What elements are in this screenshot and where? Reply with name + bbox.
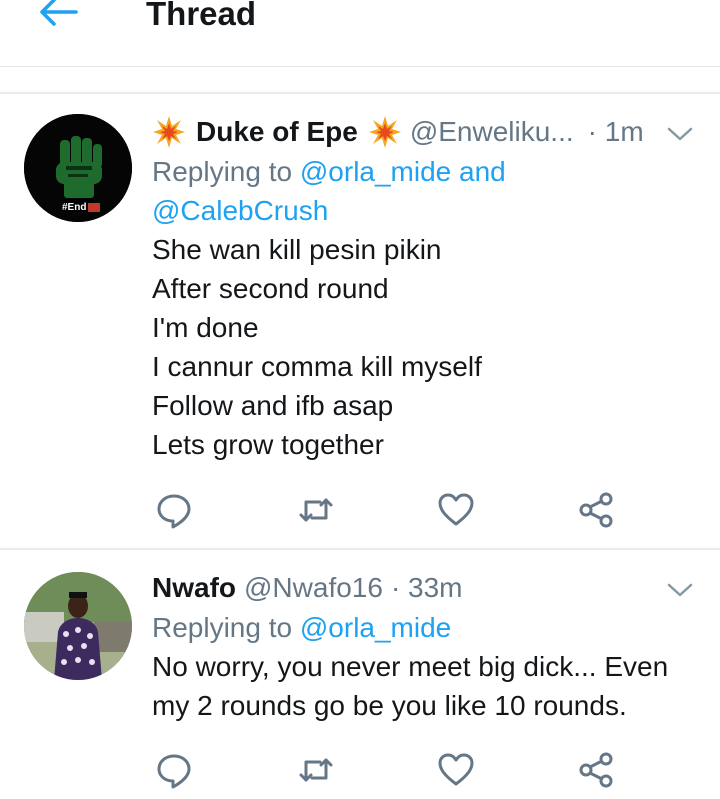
tweet-text-line: No worry, you never meet big dick... Eve… bbox=[152, 651, 669, 682]
reply-icon[interactable] bbox=[154, 490, 194, 530]
tweet-text-line: Follow and ifb asap bbox=[152, 390, 394, 421]
display-name[interactable]: Nwafo bbox=[152, 572, 236, 604]
tweet-body: She wan kill pesin pikin After second ro… bbox=[152, 230, 700, 464]
retweet-icon[interactable] bbox=[296, 490, 336, 530]
like-icon[interactable] bbox=[436, 490, 476, 530]
explosion-emoji-icon bbox=[152, 115, 186, 149]
tweet-actions bbox=[152, 750, 622, 790]
tweet-content: Nwafo @Nwafo16 · 33m Replying to @orla_m… bbox=[152, 568, 700, 725]
reply-context-line2: @CalebCrush bbox=[152, 191, 700, 230]
mention-link[interactable]: @orla_mide bbox=[300, 612, 451, 643]
share-icon[interactable] bbox=[576, 490, 616, 530]
tweet-actions bbox=[152, 490, 622, 530]
timestamp: · 1m bbox=[587, 116, 644, 147]
avatar-red-mark bbox=[88, 203, 100, 212]
tweet-text-line: I'm done bbox=[152, 312, 259, 343]
tweet-card[interactable]: #End Duke of Epe @Enweliku... · 1m Reply… bbox=[0, 94, 720, 548]
tweet-meta: Nwafo @Nwafo16 · 33m bbox=[152, 568, 700, 608]
page-title: Thread bbox=[146, 0, 257, 32]
avatar[interactable]: #End bbox=[24, 114, 132, 222]
thread-header: Thread bbox=[0, 0, 720, 67]
tweet-text-line: I cannur comma kill myself bbox=[152, 351, 482, 382]
retweet-icon[interactable] bbox=[296, 750, 336, 790]
reply-prefix: Replying to bbox=[152, 612, 293, 643]
tweet-text-line: After second round bbox=[152, 273, 389, 304]
tweet-text-line: She wan kill pesin pikin bbox=[152, 234, 442, 265]
avatar-label: #End bbox=[62, 202, 87, 213]
reply-context: Replying to @orla_mide and bbox=[152, 152, 700, 191]
timestamp: · 33m bbox=[390, 572, 463, 603]
avatar[interactable] bbox=[24, 572, 132, 680]
tweet-meta: Duke of Epe @Enweliku... · 1m bbox=[152, 112, 700, 152]
mention-link[interactable]: @orla_mide and bbox=[300, 156, 506, 187]
chevron-down-icon[interactable] bbox=[666, 580, 694, 600]
like-icon[interactable] bbox=[436, 750, 476, 790]
reply-prefix: Replying to bbox=[152, 156, 293, 187]
reply-context: Replying to @orla_mide bbox=[152, 608, 700, 647]
reply-icon[interactable] bbox=[154, 750, 194, 790]
tweet-content: Duke of Epe @Enweliku... · 1m Replying t… bbox=[152, 112, 700, 464]
share-icon[interactable] bbox=[576, 750, 616, 790]
back-arrow-icon[interactable] bbox=[36, 0, 80, 30]
tweet-card[interactable]: Nwafo @Nwafo16 · 33m Replying to @orla_m… bbox=[0, 550, 720, 799]
tweet-body: No worry, you never meet big dick... Eve… bbox=[152, 647, 700, 725]
user-handle[interactable]: @Enweliku... bbox=[410, 116, 574, 148]
chevron-down-icon[interactable] bbox=[666, 124, 694, 144]
display-name[interactable]: Duke of Epe bbox=[196, 116, 358, 148]
mention-link[interactable]: @CalebCrush bbox=[152, 195, 328, 226]
user-handle[interactable]: @Nwafo16 bbox=[244, 572, 383, 604]
tweet-text-line: my 2 rounds go be you like 10 rounds. bbox=[152, 690, 627, 721]
explosion-emoji-icon bbox=[368, 115, 402, 149]
tweet-text-line: Lets grow together bbox=[152, 429, 384, 460]
